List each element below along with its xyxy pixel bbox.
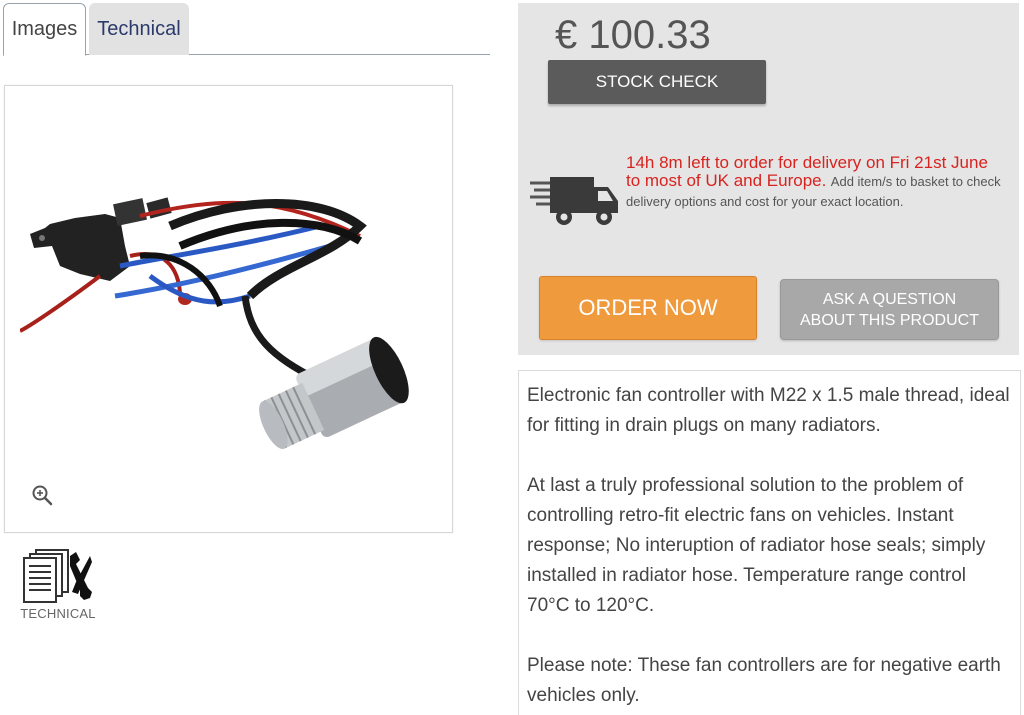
technical-thumbnail-label: TECHNICAL	[20, 606, 96, 621]
technical-documents-icon	[23, 549, 92, 603]
product-description: Electronic fan controller with M22 x 1.5…	[518, 370, 1021, 715]
purchase-box: € 100.33 STOCK CHECK 14h 8m left to orde…	[518, 3, 1019, 355]
description-paragraph: At last a truly professional solution to…	[527, 475, 986, 616]
stock-check-button[interactable]: STOCK CHECK	[548, 60, 766, 104]
delivery-truck-icon	[530, 177, 618, 225]
ask-question-line1: ASK A QUESTION	[822, 290, 957, 308]
description-paragraph: Electronic fan controller with M22 x 1.5…	[527, 385, 1010, 436]
description-paragraph: Please note: These fan controllers are f…	[527, 655, 1001, 706]
tab-technical[interactable]: Technical	[89, 3, 189, 55]
ask-question-button[interactable]: ASK A QUESTION ABOUT THIS PRODUCT	[780, 279, 999, 340]
order-now-button[interactable]: ORDER NOW	[539, 276, 757, 340]
tab-images[interactable]: Images	[3, 3, 86, 56]
image-tabs: Images Technical	[3, 3, 490, 56]
zoom-in-icon[interactable]	[31, 484, 53, 506]
ask-question-line2: ABOUT THIS PRODUCT	[800, 311, 979, 329]
price: € 100.33	[555, 13, 711, 57]
product-image[interactable]	[20, 156, 440, 496]
technical-thumbnail[interactable]: TECHNICAL	[18, 548, 98, 626]
product-image-panel[interactable]	[4, 85, 453, 533]
delivery-message: 14h 8m left to order for delivery on Fri…	[626, 154, 1006, 212]
